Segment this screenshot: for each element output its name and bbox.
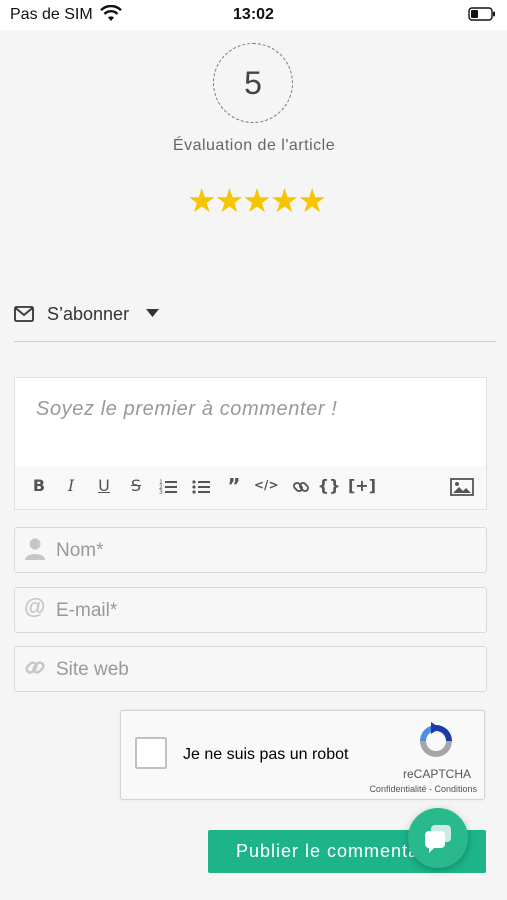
recaptcha-links[interactable]: Confidentialité - Conditions: [347, 784, 477, 794]
chat-bubble-icon: [425, 825, 451, 853]
recaptcha-checkbox[interactable]: [135, 737, 167, 769]
comment-placeholder: Soyez le premier à commenter !: [36, 398, 338, 420]
link-icon[interactable]: [289, 478, 313, 496]
website-placeholder: Site web: [56, 659, 129, 680]
caret-down-icon: [146, 309, 159, 317]
user-icon: [25, 538, 45, 560]
recaptcha-widget: Je ne suis pas un robot reCAPTCHA Confid…: [120, 710, 485, 800]
link-icon: [25, 661, 45, 674]
bold-icon[interactable]: B: [27, 476, 51, 495]
strikethrough-icon[interactable]: S: [124, 476, 148, 495]
unordered-list-icon[interactable]: [190, 478, 214, 496]
divider: [14, 341, 496, 342]
status-time: 13:02: [233, 6, 274, 23]
rating-value: 5: [213, 43, 293, 123]
rating-label: Évaluation de l'article: [172, 137, 336, 154]
recaptcha-brand: reCAPTCHA: [402, 767, 471, 781]
svg-text:3: 3: [159, 489, 163, 496]
status-bar: Pas de SIM 13:02: [0, 0, 507, 30]
battery-icon: [468, 7, 495, 21]
envelope-icon: [14, 306, 34, 322]
rating-stars[interactable]: ★★★★★: [178, 184, 334, 218]
image-icon[interactable]: [450, 478, 474, 496]
italic-icon[interactable]: I: [59, 476, 83, 495]
subscribe-dropdown[interactable]: S’abonner: [14, 304, 484, 328]
at-icon: @: [24, 594, 46, 619]
comment-editor[interactable]: Soyez le premier à commenter ! B I U S 1…: [14, 377, 487, 510]
name-field[interactable]: Nom*: [14, 527, 487, 573]
code-icon[interactable]: </>: [254, 478, 279, 492]
chat-button[interactable]: [408, 808, 468, 868]
website-field[interactable]: Site web: [14, 646, 487, 692]
recaptcha-logo-icon: [420, 722, 452, 757]
name-placeholder: Nom*: [56, 540, 104, 561]
recaptcha-label: Je ne suis pas un robot: [183, 746, 349, 763]
spoiler-icon[interactable]: [+]: [345, 476, 379, 495]
underline-icon[interactable]: U: [92, 476, 116, 495]
quote-icon[interactable]: ”: [222, 474, 246, 498]
subscribe-label: S’abonner: [47, 304, 130, 324]
email-field[interactable]: @ E-mail*: [14, 587, 487, 633]
code-block-icon[interactable]: {}: [317, 476, 341, 495]
editor-toolbar: B I U S 1 2 3 ” </> {} [+]: [15, 466, 486, 509]
ordered-list-icon[interactable]: 1 2 3: [157, 478, 181, 496]
email-placeholder: E-mail*: [56, 600, 118, 621]
